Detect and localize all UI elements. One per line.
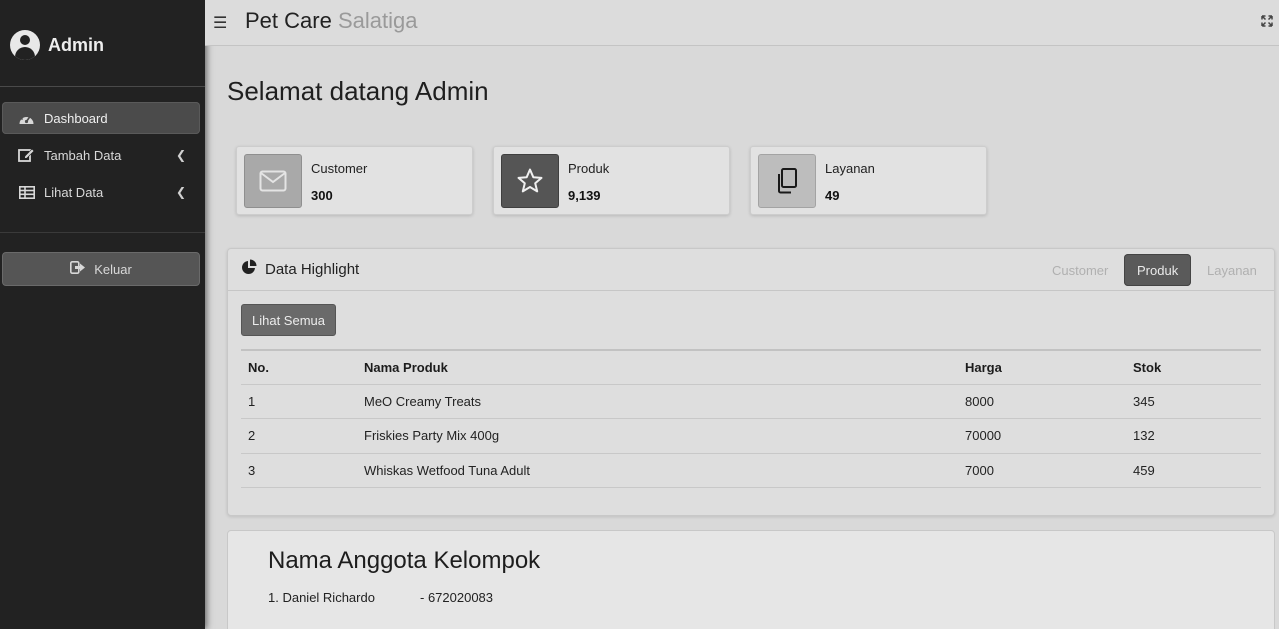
table-cell: 345 — [1126, 384, 1261, 419]
hamburger-menu-icon[interactable]: ☰ — [213, 13, 227, 33]
gauge-icon — [18, 110, 35, 127]
table-row: 1 MeO Creamy Treats 8000 345 — [241, 384, 1261, 419]
page-title: Selamat datang Admin — [227, 76, 489, 106]
column-header: Harga — [958, 349, 1126, 385]
user-avatar-icon — [10, 30, 40, 60]
sidebar-item-label: Tambah Data — [44, 147, 122, 163]
table-row: 3 Whiskas Wetfood Tuna Adult 7000 459 — [241, 453, 1261, 488]
member-nim: - 672020083 — [420, 590, 494, 605]
table-cell: Friskies Party Mix 400g — [357, 418, 958, 454]
card-title-label: Data Highlight — [265, 260, 360, 278]
table-header-row: No. Nama Produk Harga Stok — [241, 349, 1261, 385]
table-cell: 70000 — [958, 418, 1126, 454]
info-box-label: Customer — [311, 161, 368, 176]
copy-icon — [758, 154, 816, 208]
envelope-icon — [244, 154, 302, 208]
tab-customer[interactable]: Customer — [1039, 254, 1121, 286]
table-cell: 459 — [1126, 453, 1261, 488]
table-cell: 8000 — [958, 384, 1126, 419]
table-cell: 2 — [241, 418, 357, 454]
table-cell: Whiskas Wetfood Tuna Adult — [357, 453, 958, 488]
logout-label: Keluar — [94, 261, 132, 277]
sidebar-brand[interactable]: Admin — [10, 30, 104, 60]
sidebar-item-lihat-data[interactable]: Lihat Data ❮ — [2, 176, 200, 208]
info-box-layanan[interactable]: Layanan 49 — [750, 146, 987, 215]
sign-out-icon — [70, 261, 86, 277]
chevron-left-icon: ❮ — [175, 148, 186, 162]
sidebar-item-dashboard[interactable]: Dashboard — [2, 102, 200, 134]
product-table: No. Nama Produk Harga Stok 1 MeO Creamy … — [241, 349, 1261, 488]
chevron-left-icon: ❮ — [175, 185, 186, 199]
info-box-produk[interactable]: Produk 9,139 — [493, 146, 730, 215]
edit-icon — [18, 147, 35, 164]
app-title-primary: Pet Care — [245, 8, 332, 33]
member-item: 1. Daniel Richardo - 672020083 — [268, 590, 493, 605]
sidebar-item-label: Lihat Data — [44, 184, 104, 200]
topbar: ☰ Pet Care Salatiga — [205, 0, 1279, 46]
card-title: Data Highlight — [241, 259, 359, 279]
pie-chart-icon — [241, 259, 257, 279]
info-box-value: 49 — [825, 188, 840, 203]
table-cell: 132 — [1126, 418, 1261, 454]
table-cell: 7000 — [958, 453, 1126, 488]
brand-label: Admin — [48, 34, 104, 55]
fullscreen-icon[interactable] — [1261, 15, 1273, 30]
sidebar: Admin Dashboard Tambah Data ❮ Lihat Data… — [0, 0, 205, 629]
column-header: Stok — [1126, 349, 1261, 385]
card-header: Data Highlight Customer Produk Layanan — [228, 249, 1274, 291]
sidebar-divider — [0, 232, 205, 233]
info-box-label: Layanan — [825, 161, 875, 176]
tab-produk[interactable]: Produk — [1124, 254, 1192, 286]
column-header: No. — [241, 349, 357, 385]
table-cell: 1 — [241, 384, 357, 419]
info-box-customer[interactable]: Customer 300 — [236, 146, 473, 215]
table-cell: MeO Creamy Treats — [357, 384, 958, 419]
table-cell: 3 — [241, 453, 357, 488]
info-box-value: 300 — [311, 188, 333, 203]
app-title: Pet Care Salatiga — [245, 8, 417, 34]
star-icon — [501, 154, 559, 208]
sidebar-item-tambah-data[interactable]: Tambah Data ❮ — [2, 139, 200, 171]
view-all-button[interactable]: Lihat Semua — [241, 304, 336, 336]
logout-button[interactable]: Keluar — [2, 252, 200, 286]
members-title: Nama Anggota Kelompok — [268, 547, 541, 574]
data-highlight-card: Data Highlight Customer Produk Layanan L… — [227, 248, 1275, 516]
column-header: Nama Produk — [357, 349, 958, 385]
members-card: Nama Anggota Kelompok 1. Daniel Richardo… — [227, 530, 1275, 629]
sidebar-divider — [0, 86, 205, 87]
info-box-value: 9,139 — [568, 188, 601, 203]
info-box-label: Produk — [568, 161, 610, 176]
app-title-secondary: Salatiga — [337, 8, 418, 33]
table-icon — [18, 184, 35, 201]
sidebar-item-label: Dashboard — [44, 110, 108, 126]
tab-layanan[interactable]: Layanan — [1194, 254, 1270, 286]
member-name: 1. Daniel Richardo — [268, 590, 375, 605]
table-row: 2 Friskies Party Mix 400g 70000 132 — [241, 418, 1261, 454]
